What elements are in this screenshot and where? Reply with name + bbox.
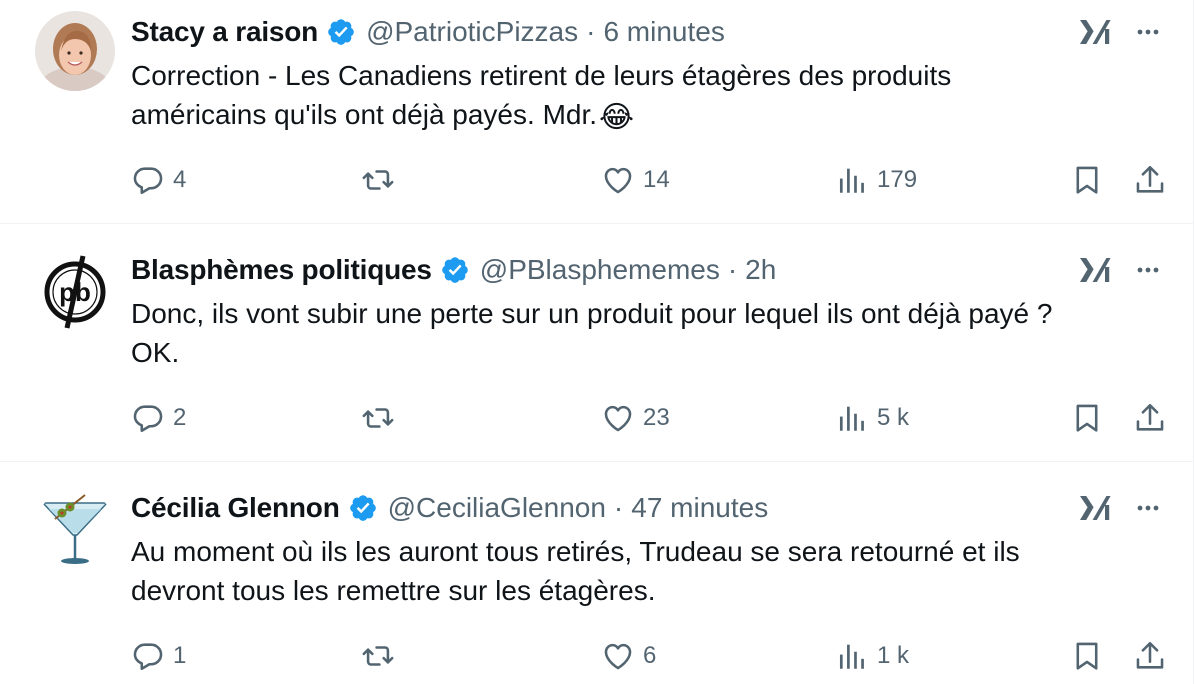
tweet-text-line: Donc, ils vont subir une perte sur un pr… bbox=[131, 298, 1053, 329]
avatar[interactable] bbox=[35, 489, 115, 569]
tweet-header: Cécilia Glennon @CeciliaGlennon · 47 min… bbox=[131, 488, 768, 528]
like-icon bbox=[601, 639, 635, 673]
reply-button[interactable]: 2 bbox=[131, 398, 186, 438]
timestamp[interactable]: 6 minutes bbox=[603, 16, 724, 48]
repost-button[interactable] bbox=[361, 398, 395, 438]
reply-icon bbox=[131, 639, 165, 673]
action-bar: 2 23 5 k bbox=[0, 398, 1194, 438]
separator-dot: · bbox=[613, 492, 624, 523]
like-icon bbox=[601, 163, 635, 197]
repost-button[interactable] bbox=[361, 160, 395, 200]
tweet-text-fragment: américains qu'ils ont déjà payés. Mdr. bbox=[131, 99, 598, 130]
action-bar: 1 6 1 k bbox=[0, 636, 1194, 676]
tweet-text-line: devront tous les remettre sur les étagèr… bbox=[131, 575, 656, 606]
tweet[interactable]: Stacy a raison @PatrioticPizzas · 6 minu… bbox=[0, 0, 1194, 224]
avatar[interactable]: pb bbox=[35, 250, 115, 330]
tweet-text-line: américains qu'ils ont déjà payés. Mdr.😂 bbox=[131, 95, 1161, 137]
views-icon bbox=[835, 401, 869, 435]
more-icon[interactable] bbox=[1132, 16, 1164, 48]
views-icon bbox=[835, 163, 869, 197]
author-name[interactable]: Cécilia Glennon bbox=[131, 492, 340, 524]
avatar-monogram: pb bbox=[59, 277, 91, 307]
repost-button[interactable] bbox=[361, 636, 395, 676]
repost-icon bbox=[361, 639, 395, 673]
views-button[interactable]: 5 k bbox=[835, 398, 909, 438]
tweet-header: Stacy a raison @PatrioticPizzas · 6 minu… bbox=[131, 12, 725, 52]
views-count: 5 k bbox=[877, 404, 910, 431]
like-count: 6 bbox=[643, 642, 657, 669]
views-count: 179 bbox=[877, 166, 918, 193]
timestamp[interactable]: 2h bbox=[745, 254, 776, 286]
tweet-feed: Stacy a raison @PatrioticPizzas · 6 minu… bbox=[0, 0, 1194, 684]
more-icon[interactable] bbox=[1132, 492, 1164, 524]
reply-button[interactable]: 4 bbox=[131, 160, 186, 200]
reply-count: 2 bbox=[173, 404, 187, 431]
tweet-text-line: Au moment où ils les auront tous retirés… bbox=[131, 536, 1020, 567]
views-icon bbox=[835, 639, 869, 673]
author-handle[interactable]: @PatrioticPizzas bbox=[366, 16, 578, 48]
share-button[interactable] bbox=[1133, 398, 1167, 438]
share-icon bbox=[1133, 639, 1167, 673]
like-icon bbox=[601, 401, 635, 435]
separator-dot: · bbox=[727, 254, 738, 285]
like-button[interactable]: 6 bbox=[601, 636, 656, 676]
bookmark-button[interactable] bbox=[1070, 636, 1104, 676]
verified-badge-icon[interactable] bbox=[440, 255, 470, 285]
action-bar: 4 14 179 bbox=[0, 160, 1194, 200]
timestamp[interactable]: 47 minutes bbox=[631, 492, 768, 524]
tweet-header: Blasphèmes politiques @PBlasphememes · 2… bbox=[131, 250, 776, 290]
share-button[interactable] bbox=[1133, 636, 1167, 676]
reply-count: 4 bbox=[173, 166, 187, 193]
repost-icon bbox=[361, 401, 395, 435]
reply-icon bbox=[131, 401, 165, 435]
grok-icon[interactable] bbox=[1078, 254, 1114, 286]
more-icon[interactable] bbox=[1132, 254, 1164, 286]
author-name[interactable]: Blasphèmes politiques bbox=[131, 254, 432, 286]
avatar[interactable] bbox=[35, 11, 115, 91]
separator-dot: · bbox=[586, 16, 596, 47]
like-count: 23 bbox=[643, 404, 670, 431]
like-button[interactable]: 14 bbox=[601, 160, 670, 200]
bookmark-button[interactable] bbox=[1070, 160, 1104, 200]
like-button[interactable]: 23 bbox=[601, 398, 670, 438]
tweet-text-line: OK. bbox=[131, 337, 180, 368]
grok-icon[interactable] bbox=[1078, 492, 1114, 524]
views-button[interactable]: 1 k bbox=[835, 636, 909, 676]
bookmark-icon bbox=[1070, 401, 1104, 435]
grok-icon[interactable] bbox=[1078, 16, 1114, 48]
laughing-emoji: 😂 bbox=[599, 101, 635, 134]
verified-badge-icon[interactable] bbox=[348, 493, 378, 523]
tweet[interactable]: pb Blasphèmes politiques @PBlasphememes … bbox=[0, 224, 1194, 462]
tweet-text: Correction - Les Canadiens retirent de l… bbox=[131, 56, 1161, 137]
tweet-text: Donc, ils vont subir une perte sur un pr… bbox=[131, 294, 1161, 372]
reply-icon bbox=[131, 163, 165, 197]
share-icon bbox=[1133, 401, 1167, 435]
views-button[interactable]: 179 bbox=[835, 160, 917, 200]
author-name[interactable]: Stacy a raison bbox=[131, 16, 318, 48]
tweet-text-line: Correction - Les Canadiens retirent de l… bbox=[131, 60, 952, 91]
like-count: 14 bbox=[643, 166, 670, 193]
bookmark-icon bbox=[1070, 163, 1104, 197]
bookmark-button[interactable] bbox=[1070, 398, 1104, 438]
reply-count: 1 bbox=[173, 642, 187, 669]
verified-badge-icon[interactable] bbox=[326, 17, 356, 47]
views-count: 1 k bbox=[877, 642, 910, 669]
author-handle[interactable]: @CeciliaGlennon bbox=[388, 492, 606, 524]
author-handle[interactable]: @PBlasphememes bbox=[480, 254, 720, 286]
tweet-text: Au moment où ils les auront tous retirés… bbox=[131, 532, 1161, 610]
repost-icon bbox=[361, 163, 395, 197]
share-button[interactable] bbox=[1133, 160, 1167, 200]
bookmark-icon bbox=[1070, 639, 1104, 673]
tweet[interactable]: Cécilia Glennon @CeciliaGlennon · 47 min… bbox=[0, 462, 1194, 684]
share-icon bbox=[1133, 163, 1167, 197]
reply-button[interactable]: 1 bbox=[131, 636, 186, 676]
